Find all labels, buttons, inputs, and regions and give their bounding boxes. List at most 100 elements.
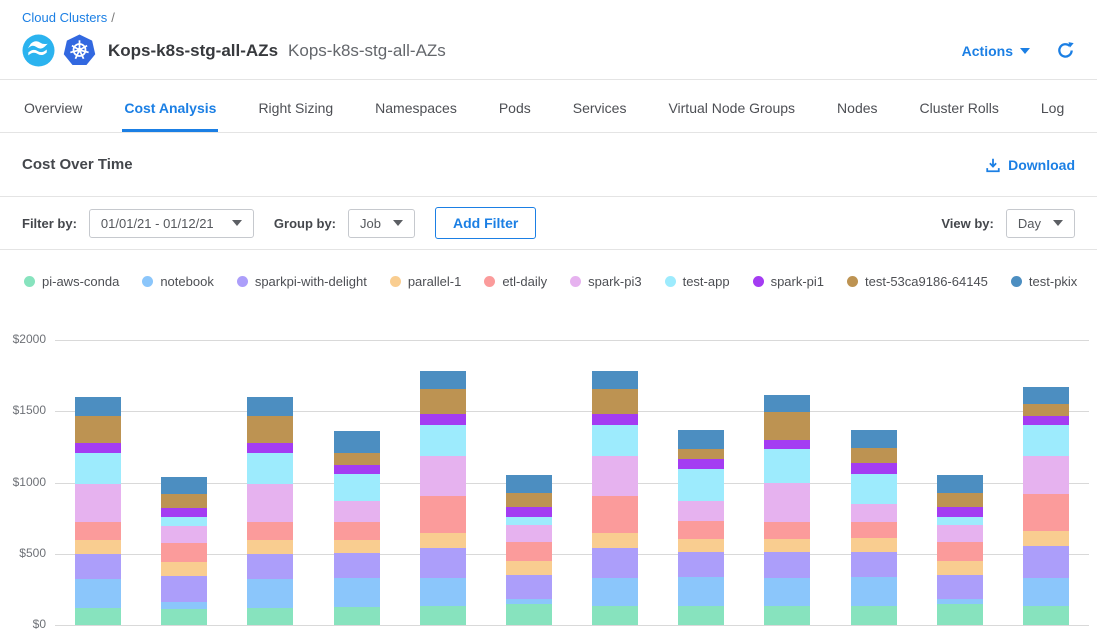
breadcrumb-link-cloud-clusters[interactable]: Cloud Clusters <box>22 10 107 25</box>
bar-segment-spark-pi3 <box>506 525 552 543</box>
chevron-down-icon <box>232 220 242 226</box>
bar-segment-notebook <box>334 578 380 607</box>
bar-segment-test-app <box>764 449 810 482</box>
view-by-select[interactable]: Day <box>1006 209 1075 238</box>
group-by-select[interactable]: Job <box>348 209 415 238</box>
legend-item-notebook[interactable]: notebook <box>142 274 214 289</box>
tab-cluster-rolls[interactable]: Cluster Rolls <box>918 86 1001 132</box>
stacked-bar-01-10 <box>851 430 897 625</box>
bar-segment-etl-daily <box>937 542 983 561</box>
bar-segment-test-53ca9186-64145 <box>75 416 121 443</box>
bar-segment-etl-daily <box>506 542 552 561</box>
legend-item-spark-pi3[interactable]: spark-pi3 <box>570 274 641 289</box>
bar-segment-sparkpi-with-delight <box>1023 546 1069 578</box>
download-button[interactable]: Download <box>985 157 1075 173</box>
legend-item-test-app[interactable]: test-app <box>665 274 730 289</box>
legend-item-etl-daily[interactable]: etl-daily <box>484 274 547 289</box>
bar-segment-spark-pi1 <box>247 443 293 453</box>
legend-item-pi-aws-conda[interactable]: pi-aws-conda <box>24 274 119 289</box>
bar-segment-pi-aws-conda <box>764 606 810 625</box>
bar-slot <box>227 340 313 625</box>
bar-segment-test-53ca9186-64145 <box>247 416 293 443</box>
bar-segment-test-app <box>937 517 983 525</box>
legend-dot-icon <box>847 276 858 287</box>
page-subtitle: Kops-k8s-stg-all-AZs <box>288 41 446 61</box>
header-divider <box>0 79 1097 80</box>
stacked-bar-01-07 <box>592 371 638 625</box>
bar-segment-spark-pi3 <box>764 483 810 522</box>
bar-segment-pi-aws-conda <box>506 604 552 625</box>
legend-item-test-pkix[interactable]: test-pkix <box>1011 274 1077 289</box>
bar-segment-test-app <box>678 469 724 500</box>
bar-segment-test-app <box>247 453 293 484</box>
tab-nodes[interactable]: Nodes <box>835 86 879 132</box>
tab-cost-analysis[interactable]: Cost Analysis <box>122 86 218 132</box>
add-filter-button[interactable]: Add Filter <box>435 207 536 239</box>
tab-virtual-node-groups[interactable]: Virtual Node Groups <box>666 86 797 132</box>
section-title: Cost Over Time <box>22 156 133 173</box>
legend-dot-icon <box>390 276 401 287</box>
bar-segment-pi-aws-conda <box>592 606 638 625</box>
legend-item-test-53ca9186-64145[interactable]: test-53ca9186-64145 <box>847 274 988 289</box>
bar-segment-spark-pi3 <box>678 501 724 521</box>
bar-segment-spark-pi3 <box>592 456 638 495</box>
bar-segment-pi-aws-conda <box>678 606 724 625</box>
legend-dot-icon <box>142 276 153 287</box>
bar-segment-parallel-1 <box>1023 531 1069 546</box>
bar-segment-pi-aws-conda <box>851 606 897 625</box>
bar-segment-test-pkix <box>334 431 380 452</box>
bar-segment-spark-pi3 <box>1023 456 1069 494</box>
bar-segment-test-pkix <box>161 477 207 494</box>
bar-segment-spark-pi1 <box>764 440 810 449</box>
tab-pods[interactable]: Pods <box>497 86 533 132</box>
legend-label: test-53ca9186-64145 <box>865 274 988 289</box>
bar-segment-parallel-1 <box>247 540 293 554</box>
legend-label: spark-pi1 <box>771 274 824 289</box>
bar-segment-etl-daily <box>592 496 638 533</box>
bar-segment-test-53ca9186-64145 <box>161 494 207 508</box>
bar-segment-test-app <box>161 517 207 526</box>
bar-slot <box>572 340 658 625</box>
legend-item-sparkpi-with-delight[interactable]: sparkpi-with-delight <box>237 274 367 289</box>
bar-segment-sparkpi-with-delight <box>161 576 207 602</box>
bar-segment-test-app <box>851 474 897 504</box>
tab-namespaces[interactable]: Namespaces <box>373 86 459 132</box>
group-by-value: Job <box>360 216 381 231</box>
chevron-down-icon <box>393 220 403 226</box>
cost-over-time-chart: $0$500$1000$1500$2000 01/0101/0201/0301/… <box>0 314 1097 634</box>
tab-log[interactable]: Log <box>1039 86 1066 132</box>
tab-services[interactable]: Services <box>571 86 629 132</box>
bar-segment-pi-aws-conda <box>937 604 983 625</box>
bar-segment-test-pkix <box>764 395 810 412</box>
legend-item-parallel-1[interactable]: parallel-1 <box>390 274 461 289</box>
bar-segment-parallel-1 <box>851 538 897 552</box>
bar-segment-notebook <box>592 578 638 607</box>
legend-dot-icon <box>237 276 248 287</box>
refresh-icon[interactable] <box>1056 41 1075 60</box>
bar-segment-test-53ca9186-64145 <box>678 449 724 460</box>
tab-overview[interactable]: Overview <box>22 86 84 132</box>
bar-segment-spark-pi1 <box>420 414 466 425</box>
bar-segment-notebook <box>851 577 897 606</box>
tab-right-sizing[interactable]: Right Sizing <box>256 86 335 132</box>
bar-segment-spark-pi3 <box>334 501 380 522</box>
bar-segment-spark-pi3 <box>851 504 897 522</box>
bar-segment-pi-aws-conda <box>161 609 207 625</box>
bar-segment-sparkpi-with-delight <box>937 575 983 599</box>
bar-segment-test-53ca9186-64145 <box>764 412 810 441</box>
bar-segment-spark-pi1 <box>592 414 638 425</box>
bar-slot <box>486 340 572 625</box>
date-range-select[interactable]: 01/01/21 - 01/12/21 <box>89 209 254 238</box>
bar-segment-etl-daily <box>420 496 466 533</box>
bar-slot <box>658 340 744 625</box>
bar-slot <box>55 340 141 625</box>
actions-button[interactable]: Actions <box>962 43 1030 59</box>
bar-segment-notebook <box>678 577 724 606</box>
legend-item-spark-pi1[interactable]: spark-pi1 <box>753 274 824 289</box>
stacked-bar-01-09 <box>764 395 810 625</box>
bar-segment-parallel-1 <box>764 539 810 552</box>
bar-segment-pi-aws-conda <box>1023 606 1069 625</box>
date-range-value: 01/01/21 - 01/12/21 <box>101 216 220 231</box>
bar-segment-sparkpi-with-delight <box>506 575 552 599</box>
bar-segment-sparkpi-with-delight <box>764 552 810 578</box>
